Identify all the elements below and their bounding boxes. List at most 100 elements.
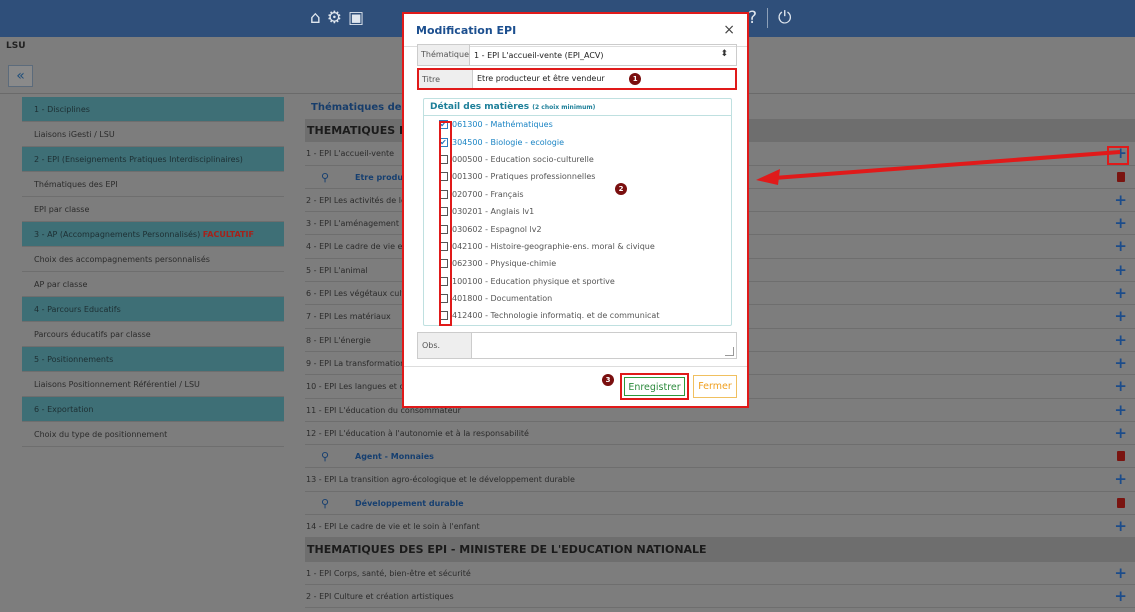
search-icon[interactable]: ⚲: [321, 445, 329, 468]
matieres-header: Détail des matières (2 choix minimum): [424, 99, 731, 116]
sidebar-item[interactable]: Parcours éducatifs par classe: [22, 322, 284, 347]
row-label: 9 - EPI La transformation: [306, 358, 406, 368]
row-label[interactable]: Développement durable: [355, 499, 464, 508]
add-icon[interactable]: +: [1114, 259, 1127, 282]
search-icon[interactable]: ⚲: [321, 166, 329, 189]
matiere-label: 062300 - Physique-chimie: [452, 259, 557, 269]
matiere-option[interactable]: 030201 - Anglais lv1: [424, 203, 731, 220]
sidebar-item-label: Thématiques des EPI: [34, 180, 118, 189]
matiere-option[interactable]: 061300 - Mathématiques: [424, 116, 731, 133]
sidebar-item[interactable]: EPI par classe: [22, 197, 284, 222]
add-icon[interactable]: +: [1114, 585, 1127, 608]
sidebar-item[interactable]: Choix des accompagnements personnalisés: [22, 247, 284, 272]
sidebar-item-label: 1 - Disciplines: [34, 105, 90, 114]
save-button[interactable]: Enregistrer: [624, 377, 685, 396]
sidebar-item[interactable]: Liaisons iGesti / LSU: [22, 122, 284, 147]
matiere-option[interactable]: 100100 - Education physique et sportive: [424, 273, 731, 290]
annotation-highlight-checkboxes: [439, 121, 452, 326]
add-icon[interactable]: +: [1114, 399, 1127, 422]
trash-icon[interactable]: [1117, 171, 1125, 182]
sidebar-item[interactable]: 3 - AP (Accompagnements Personnalisés) F…: [22, 222, 284, 247]
matiere-label: 412400 - Technologie informatiq. et de c…: [452, 311, 660, 321]
add-icon[interactable]: +: [1114, 562, 1127, 585]
titre-label: Titre: [419, 70, 473, 88]
sidebar-item-label: Liaisons Positionnement Référentiel / LS…: [34, 380, 200, 389]
trash-icon[interactable]: [1117, 497, 1125, 508]
row-label[interactable]: Agent - Monnaies: [355, 452, 434, 461]
matiere-label: 030201 - Anglais lv1: [452, 207, 535, 217]
sidebar: 1 - Disciplines Liaisons iGesti / LSU 2 - …: [22, 97, 284, 447]
matiere-label: 030602 - Espagnol lv2: [452, 224, 542, 234]
add-icon[interactable]: +: [1114, 422, 1127, 445]
matiere-option[interactable]: 412400 - Technologie informatiq. et de c…: [424, 307, 731, 324]
matiere-label: 042100 - Histoire-geographie-ens. moral …: [452, 241, 655, 251]
power-icon[interactable]: ⏻: [778, 8, 791, 28]
matiere-option[interactable]: 020700 - Français: [424, 186, 731, 203]
sidebar-item-label: 3 - AP (Accompagnements Personnalisés): [34, 230, 201, 239]
gears-icon[interactable]: ⚙: [327, 8, 342, 28]
thematique-label: Thématique: [418, 45, 470, 65]
row-label: 7 - EPI Les matériaux: [306, 312, 391, 322]
matiere-option[interactable]: 001300 - Pratiques professionnelles: [424, 168, 731, 185]
add-icon[interactable]: +: [1114, 375, 1127, 398]
matieres-list: 061300 - Mathématiques 304500 - Biologie …: [424, 116, 731, 325]
sidebar-item-label: EPI par classe: [34, 205, 90, 214]
row-label: 14 - EPI Le cadre de vie et le soin à l'…: [306, 522, 480, 532]
obs-textarea[interactable]: [472, 333, 736, 358]
trash-icon[interactable]: [1117, 451, 1125, 462]
add-icon[interactable]: +: [1114, 352, 1127, 375]
close-icon[interactable]: ×: [723, 22, 735, 38]
cancel-button[interactable]: Fermer: [693, 375, 737, 398]
sidebar-item[interactable]: Choix du type de positionnement: [22, 422, 284, 447]
select-arrows-icon: ⬍: [720, 49, 728, 59]
matiere-option[interactable]: 062300 - Physique-chimie: [424, 255, 731, 272]
sidebar-item[interactable]: 1 - Disciplines: [22, 97, 284, 122]
sidebar-item[interactable]: AP par classe: [22, 272, 284, 297]
building-icon[interactable]: ▣: [348, 8, 364, 28]
matieres-panel: Détail des matières (2 choix minimum) 06…: [423, 98, 732, 326]
matiere-option[interactable]: 000500 - Education socio-culturelle: [424, 151, 731, 168]
sidebar-item[interactable]: Liaisons Positionnement Référentiel / LS…: [22, 372, 284, 397]
sidebar-item[interactable]: 4 - Parcours Educatifs: [22, 297, 284, 322]
row-label: 10 - EPI Les langues et c: [306, 382, 404, 392]
matiere-option[interactable]: 042100 - Histoire-geographie-ens. moral …: [424, 238, 731, 255]
collapse-sidebar-button[interactable]: «: [8, 65, 33, 87]
add-icon[interactable]: +: [1114, 282, 1127, 305]
home-icon[interactable]: ⌂: [310, 8, 321, 28]
help-icon[interactable]: ?: [748, 8, 757, 28]
thematique-row: 2 - EPI Culture et création artistiques +: [305, 585, 1135, 609]
step-badge-1: 1: [629, 73, 642, 85]
matiere-option[interactable]: 304500 - Biologie - ecologie: [424, 133, 731, 151]
titre-text: Etre producteur et être vendeur: [477, 74, 605, 83]
matiere-option[interactable]: 030602 - Espagnol lv2: [424, 220, 731, 237]
add-icon[interactable]: +: [1114, 468, 1127, 491]
sidebar-item[interactable]: Thématiques des EPI: [22, 172, 284, 197]
thematique-row: 12 - EPI L'éducation à l'autonomie et à …: [305, 422, 1135, 446]
step-badge-3: 3: [602, 374, 614, 386]
thematique-select[interactable]: Thématique 1 - EPI L'accueil-vente (EPI_…: [417, 44, 737, 66]
sidebar-item[interactable]: 6 - Exportation: [22, 397, 284, 422]
modification-epi-dialog: Modification EPI × Thématique 1 - EPI L'…: [402, 12, 749, 408]
row-label: 3 - EPI L'aménagement: [306, 219, 400, 229]
add-icon[interactable]: +: [1114, 305, 1127, 328]
search-icon[interactable]: ⚲: [321, 492, 329, 515]
thematique-value: 1 - EPI L'accueil-vente (EPI_ACV): [474, 50, 604, 60]
matiere-option[interactable]: 401800 - Documentation: [424, 290, 731, 307]
obs-field[interactable]: Obs.: [417, 332, 737, 359]
add-icon[interactable]: +: [1114, 189, 1127, 212]
sidebar-item[interactable]: 2 - EPI (Enseignements Pratiques Interdi…: [22, 147, 284, 172]
add-icon[interactable]: +: [1114, 212, 1127, 235]
row-label[interactable]: Etre produc: [355, 173, 408, 182]
add-icon[interactable]: +: [1114, 515, 1127, 538]
epi-entry-row: ⚲ Développement durable: [305, 492, 1135, 516]
add-icon[interactable]: +: [1114, 329, 1127, 352]
matiere-label: 100100 - Education physique et sportive: [452, 276, 615, 286]
add-icon[interactable]: +: [1114, 235, 1127, 258]
thematique-row: 1 - EPI Corps, santé, bien-être et sécur…: [305, 562, 1135, 585]
titre-field[interactable]: Titre Etre producteur et être vendeur 1: [417, 68, 737, 90]
titre-value: Etre producteur et être vendeur 1: [473, 73, 735, 85]
sidebar-item[interactable]: 5 - Positionnements: [22, 347, 284, 372]
sidebar-item-label: Liaisons iGesti / LSU: [34, 130, 115, 139]
sidebar-item-label: AP par classe: [34, 280, 88, 289]
matiere-label: 061300 - Mathématiques: [452, 120, 553, 130]
